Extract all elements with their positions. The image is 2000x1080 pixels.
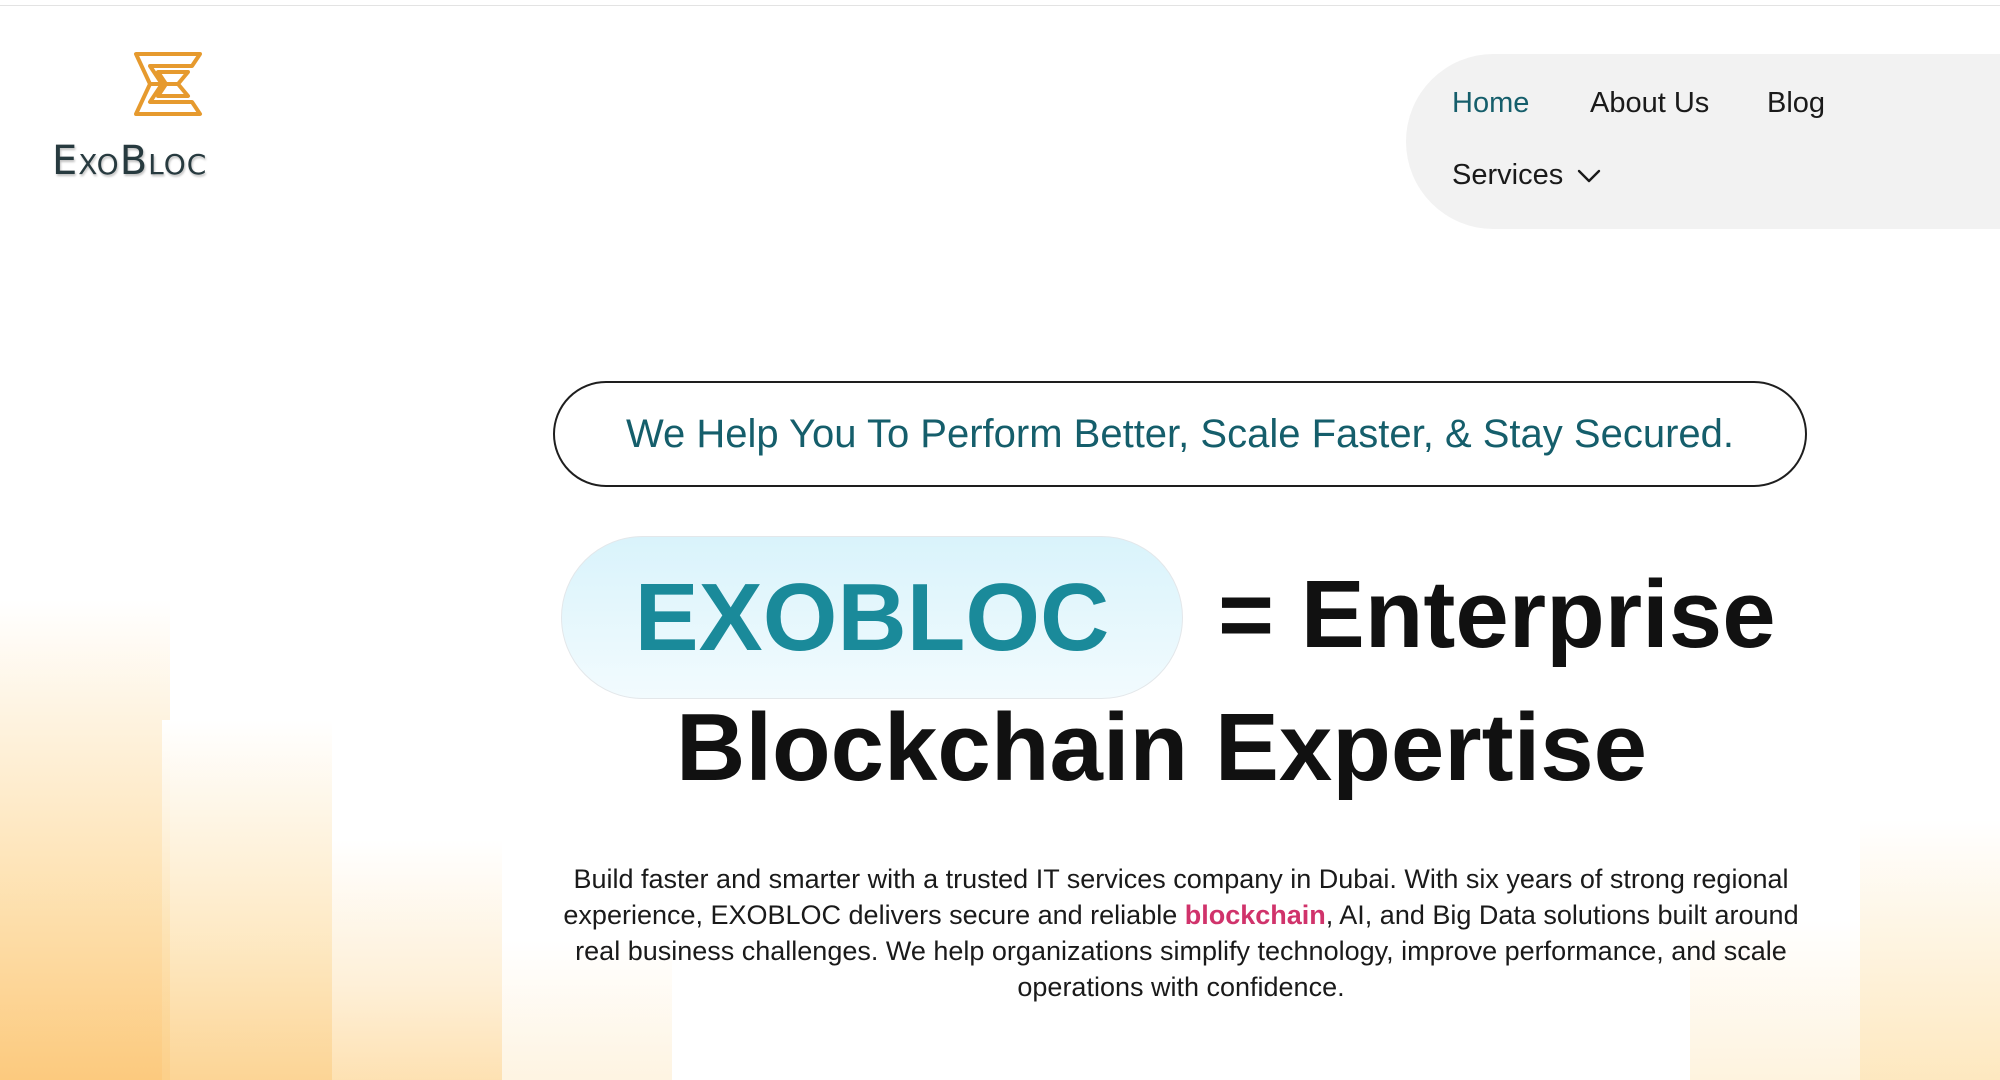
bg-bar [0,600,170,1080]
nav-item-services[interactable]: Services [1452,159,1601,192]
top-border [0,5,2000,6]
tagline-text: We Help You To Perform Better, Scale Fas… [626,411,1734,456]
headline-line-2: Blockchain Expertise [676,694,1648,801]
tagline-pill: We Help You To Perform Better, Scale Fas… [553,381,1807,487]
brand-highlight-pill: EXOBLOC [561,536,1183,699]
nav-item-blog[interactable]: Blog [1767,87,1825,120]
chevron-down-icon [1578,169,1601,182]
logo[interactable]: ExoBloc [52,50,282,185]
nav-item-about-us[interactable]: About Us [1590,87,1709,120]
headline-line-1: = Enterprise [1218,561,1776,668]
main-nav: Home About Us Blog Services [1406,54,2000,229]
nav-item-services-label: Services [1452,159,1564,191]
logo-wordmark: ExoBloc [52,138,208,184]
bg-bar [162,720,332,1080]
bg-bar [1860,820,2000,1080]
blockchain-link[interactable]: blockchain [1185,900,1326,930]
hero-description: Build faster and smarter with a trusted … [556,861,1806,1005]
nav-item-home[interactable]: Home [1452,87,1529,120]
bg-bar [332,840,502,1080]
exobloc-logo-icon [134,52,202,116]
headline-brand: EXOBLOC [634,563,1110,671]
